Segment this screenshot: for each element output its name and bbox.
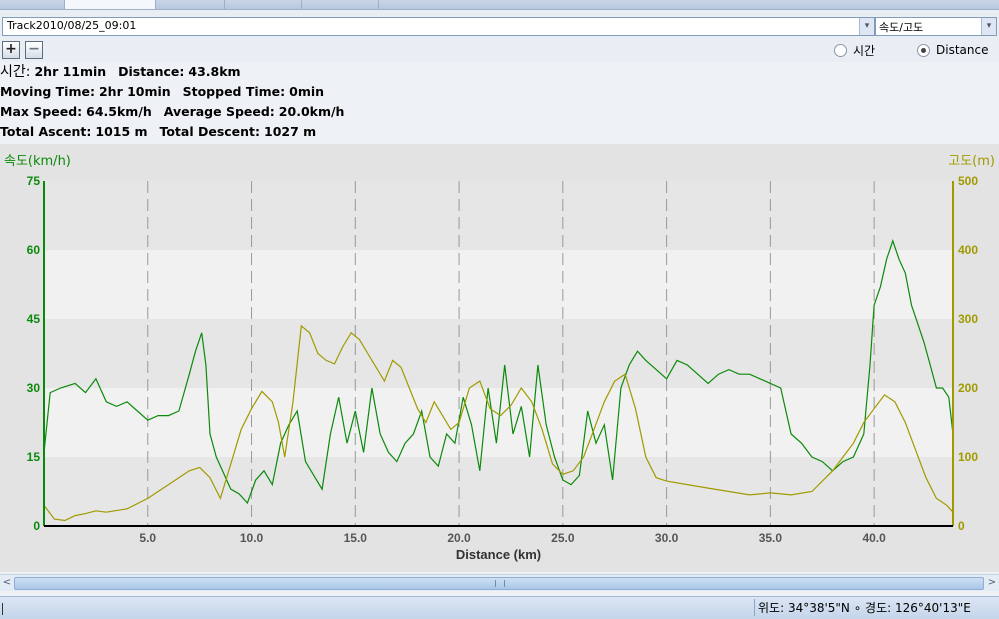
grid-band: [44, 457, 953, 526]
right-tick-label: 100: [958, 450, 978, 464]
scroll-right-arrow-icon[interactable]: >: [985, 575, 999, 591]
time-label: 시간:: [0, 64, 31, 80]
right-tick-label: 0: [958, 519, 965, 533]
right-tick-label: 400: [958, 243, 978, 257]
tab-3[interactable]: [156, 0, 225, 9]
tab-2[interactable]: [65, 0, 156, 9]
moving-time-label: Moving Time:: [0, 84, 95, 99]
status-left-pane: [0, 599, 750, 617]
radio-dot-selected: [917, 43, 930, 57]
time-value: 2hr 11min: [34, 64, 107, 79]
stopped-time-value: 0min: [289, 84, 325, 99]
scroll-left-arrow-icon[interactable]: <: [0, 575, 14, 591]
track-select-value: Track2010/08/25_09:01: [7, 19, 137, 32]
x-tick-label: 20.0: [447, 531, 471, 545]
scrollbar-thumb[interactable]: [14, 577, 984, 590]
x-axis-title: Distance (km): [456, 547, 541, 562]
right-tick-label: 200: [958, 381, 978, 395]
chart-mode-select[interactable]: 속도/고도 ▾: [875, 17, 997, 36]
moving-time-value: 2hr 10min: [98, 84, 171, 99]
speed-elevation-chart[interactable]: 5.0 10.0 15.0 20.0 25.0 30.0 35.0 40.0 0 15 30 45 60…: [0, 144, 999, 572]
chevron-down-icon[interactable]: ▾: [981, 18, 996, 35]
left-tick-label: 15: [27, 450, 41, 464]
zoom-in-button[interactable]: +: [2, 41, 20, 59]
x-tick-label: 15.0: [344, 531, 368, 545]
radio-dot: [834, 43, 847, 57]
stat-line-3: Max Speed: 64.5km/h Average Speed: 20.0k…: [0, 102, 344, 122]
x-tick-label: 35.0: [759, 531, 783, 545]
tab-5[interactable]: [302, 0, 379, 9]
distance-value: 43.8km: [188, 64, 241, 79]
left-tick-label: 30: [27, 381, 41, 395]
tab-1[interactable]: [0, 0, 65, 9]
track-stats: 시간: 2hr 11min Distance: 43.8km Moving Ti…: [0, 62, 999, 144]
x-tick-label: 30.0: [655, 531, 679, 545]
toolbar: Track2010/08/25_09:01 ▾ 속도/고도 ▾: [0, 10, 999, 38]
chart-controls: + − 시간 Distance: [0, 38, 999, 62]
x-tick-label: 25.0: [551, 531, 575, 545]
distance-label: Distance:: [118, 64, 185, 79]
stopped-time-label: Stopped Time:: [182, 84, 286, 99]
text-cursor: [2, 603, 3, 615]
x-tick-label: 5.0: [139, 531, 156, 545]
status-coordinates: 위도: 34°38'5"N ∘ 경도: 126°40'13"E: [754, 599, 999, 616]
grid-band: [44, 319, 953, 388]
right-tick-label: 300: [958, 312, 978, 326]
max-speed-label: Max Speed:: [0, 104, 83, 119]
zoom-out-button[interactable]: −: [25, 41, 43, 59]
stat-line-2: Moving Time: 2hr 10min Stopped Time: 0mi…: [0, 82, 324, 102]
left-tick-label: 45: [27, 312, 41, 326]
stat-line-4: Total Ascent: 1015 m Total Descent: 1027…: [0, 122, 316, 142]
tab-4[interactable]: [225, 0, 302, 9]
left-tick-label: 0: [33, 519, 40, 533]
avg-speed-value: 20.0km/h: [278, 104, 345, 119]
grid-band: [44, 250, 953, 319]
total-ascent-value: 1015 m: [95, 124, 148, 139]
radio-distance[interactable]: Distance: [917, 42, 988, 58]
status-bar: 위도: 34°38'5"N ∘ 경도: 126°40'13"E: [0, 596, 999, 619]
grid-band: [44, 181, 953, 250]
right-tick-label: 500: [958, 174, 978, 188]
left-tick-label: 60: [27, 243, 41, 257]
scrollbar-grip-icon: [495, 580, 505, 587]
chart-mode-value: 속도/고도: [879, 21, 924, 34]
x-tick-label: 10.0: [240, 531, 264, 545]
stat-line-1: 시간: 2hr 11min Distance: 43.8km: [0, 62, 241, 82]
tab-strip: [0, 0, 999, 10]
total-descent-label: Total Descent:: [159, 124, 261, 139]
x-tick-label: 40.0: [862, 531, 886, 545]
total-descent-value: 1027 m: [264, 124, 317, 139]
track-select[interactable]: Track2010/08/25_09:01 ▾: [2, 17, 875, 36]
chevron-down-icon[interactable]: ▾: [859, 18, 874, 35]
max-speed-value: 64.5km/h: [86, 104, 152, 119]
radio-time-label: 시간: [853, 43, 876, 58]
total-ascent-label: Total Ascent:: [0, 124, 92, 139]
horizontal-scrollbar[interactable]: < >: [0, 574, 999, 591]
chart-area: 속도(km/h) 고도(m) 5.0 10.0 15.0 20.0 25.0 30.0 35…: [0, 144, 999, 572]
radio-distance-label: Distance: [936, 43, 989, 57]
avg-speed-label: Average Speed:: [163, 104, 275, 119]
left-tick-label: 75: [27, 174, 41, 188]
radio-time[interactable]: 시간: [834, 42, 875, 58]
